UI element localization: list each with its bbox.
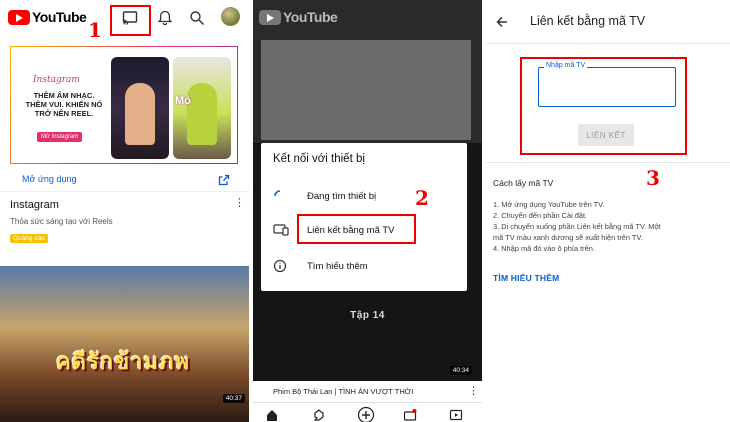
howto-title: Cách lấy mã TV [493, 178, 554, 188]
youtube-logo: YouTube [259, 9, 338, 25]
loading-spinner-icon [274, 190, 281, 197]
ad-person-figure [125, 83, 155, 145]
open-app-link[interactable]: Mở ứng dụng [22, 174, 76, 184]
youtube-logo[interactable]: YouTube [8, 9, 87, 25]
account-avatar[interactable] [221, 7, 240, 26]
more-options-icon[interactable]: ⋮ [234, 198, 245, 209]
step-number-2: 2 [415, 186, 429, 210]
dialog-title: Kết nối với thiết bị [273, 153, 365, 165]
search-icon[interactable] [188, 9, 206, 27]
youtube-wordmark: YouTube [32, 9, 87, 25]
shorts-icon[interactable] [311, 408, 325, 422]
sponsored-badge: Quảng cáo [10, 234, 48, 243]
ad-brand-name: Instagram [33, 75, 80, 85]
open-instagram-button[interactable]: Mở Instagram [37, 132, 83, 142]
video-duration: 40:34 [449, 366, 472, 375]
tv-code-input[interactable] [539, 68, 675, 106]
video-title-row[interactable]: Phim Bộ Thái Lan | TÌNH ÁN VƯỢT THỜI ⋮ [253, 381, 482, 403]
dialog-item-label[interactable]: Tìm hiểu thêm [307, 261, 368, 272]
more-options-icon[interactable]: ⋮ [468, 386, 479, 397]
page-title: Liên kết bằng mã TV [530, 14, 646, 28]
tv-code-highlight-box [297, 214, 416, 244]
panel-connect-dialog: YouTube Kết nối với thiết bị Đang tìm th… [253, 0, 482, 422]
video-thumbnail[interactable]: คดีรักข้ามภพ 40:37 [0, 266, 249, 422]
howto-step: mã TV màu xanh dương sẽ xuất hiện trên T… [493, 233, 643, 242]
cast-highlight-box [110, 5, 151, 36]
tv-code-label: Nhập mã TV [544, 62, 588, 69]
top-app-bar: Liên kết bằng mã TV [486, 0, 730, 44]
howto-step: 3. Di chuyển xuống phần Liên kết bằng mã… [493, 222, 661, 231]
episode-label: Tập 14 [350, 310, 385, 321]
panel-link-tv-code: Liên kết bằng mã TV Nhập mã TV LIÊN KẾT … [486, 0, 730, 422]
divider [486, 162, 730, 163]
dimmed-ad [261, 40, 471, 140]
tv-code-field[interactable] [538, 67, 676, 107]
dimmed-feed: YouTube [253, 0, 482, 143]
create-plus-icon[interactable] [357, 406, 375, 422]
ad-person-figure [187, 83, 217, 145]
ad-overlay-word: Mỏ [175, 95, 191, 107]
panel-home-feed: YouTube 1 Instagram THÊM ÂM NHẠC. THÊM V… [0, 0, 249, 422]
ad-phone-light: Mỏ [173, 57, 231, 159]
tv-link-icon [273, 224, 289, 236]
back-arrow-icon[interactable] [495, 15, 509, 29]
video-title: Phim Bộ Thái Lan | TÌNH ÁN VƯỢT THỜI [273, 387, 414, 396]
youtube-wordmark: YouTube [283, 9, 338, 25]
learn-more-link[interactable]: TÌM HIỂU THÊM [493, 273, 559, 283]
ad-subtitle: Thỏa sức sáng tạo với Reels [10, 217, 113, 226]
thumbnail-title-art: คดีรักข้ามภพ [55, 349, 191, 375]
info-icon [273, 259, 287, 273]
video-duration: 40:37 [222, 394, 245, 403]
howto-step: 1. Mở ứng dụng YouTube trên TV. [493, 200, 605, 209]
howto-step: 2. Chuyển đến phần Cài đặt. [493, 211, 588, 220]
bottom-navigation [253, 402, 482, 422]
dialog-item-label: Đang tìm thiết bị [307, 190, 377, 202]
ad-phone-dark [111, 57, 169, 159]
learn-more-item[interactable]: Tìm hiểu thêm [273, 255, 453, 277]
link-button[interactable]: LIÊN KẾT [578, 124, 634, 146]
instagram-ad-banner[interactable]: Instagram THÊM ÂM NHẠC. THÊM VUI. KHIẾN … [10, 46, 238, 164]
ad-copy: THÊM ÂM NHẠC. THÊM VUI. KHIẾN NÓ TRỞ NÊN… [25, 91, 103, 118]
youtube-play-icon [8, 9, 30, 25]
step-number-1: 1 [88, 18, 102, 42]
notifications-bell-icon[interactable] [156, 9, 174, 27]
home-icon[interactable] [265, 408, 279, 422]
ad-title: Instagram [10, 199, 59, 211]
youtube-play-icon [259, 9, 281, 25]
library-icon[interactable] [449, 408, 463, 422]
open-app-row[interactable]: Mở ứng dụng [0, 168, 249, 192]
step-number-3: 3 [646, 166, 660, 190]
howto-step: 4. Nhập mã đó vào ô phía trên. [493, 244, 595, 253]
external-link-icon[interactable] [218, 174, 230, 186]
subscriptions-icon[interactable] [403, 408, 417, 422]
